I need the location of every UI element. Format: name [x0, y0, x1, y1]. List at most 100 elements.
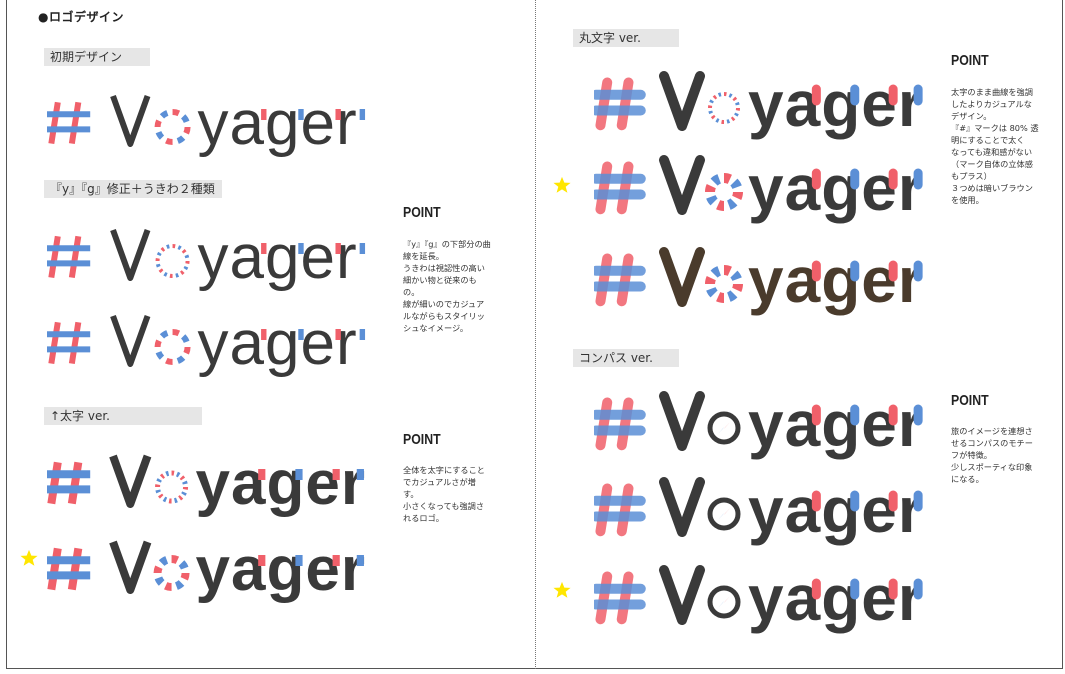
logo-letter-v — [110, 228, 151, 281]
point-line: せるコンパスのモチー — [951, 438, 1033, 448]
section-label-initial: 初期デザイン — [44, 48, 150, 66]
point-line: 太字のまま曲線を強調 — [951, 87, 1033, 97]
point-line: 『y』『g』の下部分の曲 — [403, 239, 491, 249]
point-line: になる。 — [951, 474, 984, 484]
page-divider — [535, 0, 536, 669]
lifebuoy-ring-icon — [705, 173, 743, 211]
star-icon — [553, 176, 571, 193]
point-line: 『#』マークは 80% 透 — [951, 123, 1039, 133]
logo-text-yager: yager — [748, 152, 924, 224]
logo-text-yager: yager — [196, 449, 366, 518]
voyager-logo-rounded-brown: yager — [591, 244, 934, 328]
logo-letter-v — [659, 391, 705, 451]
point-line: 旅のイメージを連想さ — [951, 426, 1033, 436]
point-line: 小さくなっても強調さ — [403, 501, 485, 511]
section-label-rounded: 丸文字 ver. — [573, 29, 679, 47]
point-line: なっても違和感がない — [951, 147, 1033, 157]
logo-text-yager: yager — [198, 89, 358, 158]
point-line: 細かい物と従来のも — [403, 275, 477, 285]
voyager-logo-bold-dash-ring: yager — [45, 534, 385, 616]
point-line: の。 — [403, 287, 420, 297]
voyager-logo-bold-fine-ring: yager — [45, 448, 385, 530]
lifebuoy-ring-icon — [155, 470, 189, 504]
point-line: したよりカジュアルな — [951, 99, 1032, 109]
voyager-logo-compass-2: yager — [591, 474, 934, 558]
page-title: ●ロゴデザイン — [38, 10, 124, 24]
section-label-compass: コンパス ver. — [573, 349, 679, 367]
logo-letter-v — [659, 71, 705, 131]
point-line: でカジュアルさが増 — [403, 477, 476, 487]
point-line: 明にすることで太く — [951, 135, 1025, 145]
logo-text-yager: yager — [196, 535, 366, 604]
point-line: シュなイメージ。 — [403, 323, 469, 333]
point-line: ３つめは暗いブラウン — [951, 183, 1033, 193]
logo-text-yager: yager — [748, 562, 924, 634]
hash-icon — [591, 253, 646, 307]
logo-letter-v — [110, 94, 151, 147]
voyager-logo-thin-fine-ring: yager — [45, 222, 385, 304]
hash-icon — [47, 101, 91, 145]
point-body-3: 太字のまま曲線を強調 したよりカジュアルな デザイン。 『#』マークは 80% … — [951, 86, 1055, 206]
logo-letter-v — [110, 314, 151, 367]
hash-icon — [591, 571, 646, 625]
voyager-logo-compass-3: yager — [591, 562, 934, 646]
logo-text-yager: yager — [748, 244, 924, 316]
hash-icon — [47, 547, 91, 591]
hash-icon — [47, 235, 91, 279]
point-heading: POINT — [403, 204, 441, 221]
point-line: デザイン。 — [951, 111, 992, 121]
point-line: れるロゴ。 — [403, 513, 444, 523]
star-icon — [20, 549, 38, 566]
hash-icon — [591, 483, 646, 537]
point-line: 少しスポーティな印象 — [951, 462, 1033, 472]
point-line: を使用。 — [951, 195, 984, 205]
point-line: もプラス） — [951, 171, 992, 181]
point-line: うきわは視認性の高い — [403, 263, 485, 273]
point-heading: POINT — [403, 431, 441, 448]
point-line: （マーク自体の立体感 — [951, 159, 1033, 169]
hash-icon — [591, 161, 646, 215]
point-line: フが特徴。 — [951, 450, 992, 460]
hash-icon — [591, 77, 646, 131]
lifebuoy-ring-icon — [155, 244, 190, 278]
point-heading: POINT — [951, 392, 989, 409]
logo-letter-v — [659, 477, 705, 537]
logo-text-yager: yager — [748, 388, 924, 460]
voyager-logo-compass-1: yager — [591, 388, 934, 472]
point-heading: POINT — [951, 52, 989, 69]
hash-icon — [47, 321, 91, 365]
lifebuoy-ring-icon — [153, 555, 190, 591]
compass-icon — [707, 411, 741, 445]
star-icon — [553, 581, 571, 598]
hash-icon — [47, 461, 91, 505]
logo-letter-v — [109, 454, 152, 508]
point-body-4: 旅のイメージを連想さ せるコンパスのモチー フが特徴。 少しスポーティな印象 に… — [951, 425, 1055, 485]
hash-icon — [591, 397, 646, 451]
section-label-bold: ↑太字 ver. — [44, 407, 202, 425]
compass-icon — [707, 497, 741, 531]
compass-icon — [707, 585, 741, 619]
point-line: 全体を太字にすること — [403, 465, 485, 475]
logo-letter-v — [109, 540, 152, 594]
point-line: 線を延長。 — [403, 251, 444, 261]
lifebuoy-ring-icon — [154, 329, 191, 365]
point-line: 線が細いのでカジュア — [403, 299, 485, 309]
section-label-revision: 『y』『g』修正＋うきわ２種類 — [44, 180, 222, 198]
point-body-1: 『y』『g』の下部分の曲 線を延長。 うきわは視認性の高い 細かい物と従来のも … — [403, 238, 503, 334]
lifebuoy-ring-icon — [705, 265, 743, 303]
logo-text-yager: yager — [748, 474, 924, 546]
point-line: す。 — [403, 489, 419, 499]
voyager-logo-initial: yager — [45, 88, 385, 170]
logo-letter-v — [659, 155, 705, 215]
logo-text-yager: yager — [198, 223, 358, 292]
point-line: ルながらもスタイリッ — [403, 311, 485, 321]
logo-letter-v — [659, 565, 705, 625]
voyager-logo-rounded-1: yager — [591, 68, 934, 152]
logo-text-yager: yager — [198, 309, 358, 378]
lifebuoy-ring-icon — [708, 92, 740, 124]
lifebuoy-ring-icon — [154, 109, 191, 145]
voyager-logo-rounded-2: yager — [591, 152, 934, 236]
logo-text-yager: yager — [748, 68, 924, 140]
voyager-logo-thin-dash-ring: yager — [45, 308, 385, 390]
logo-letter-v — [659, 247, 705, 307]
